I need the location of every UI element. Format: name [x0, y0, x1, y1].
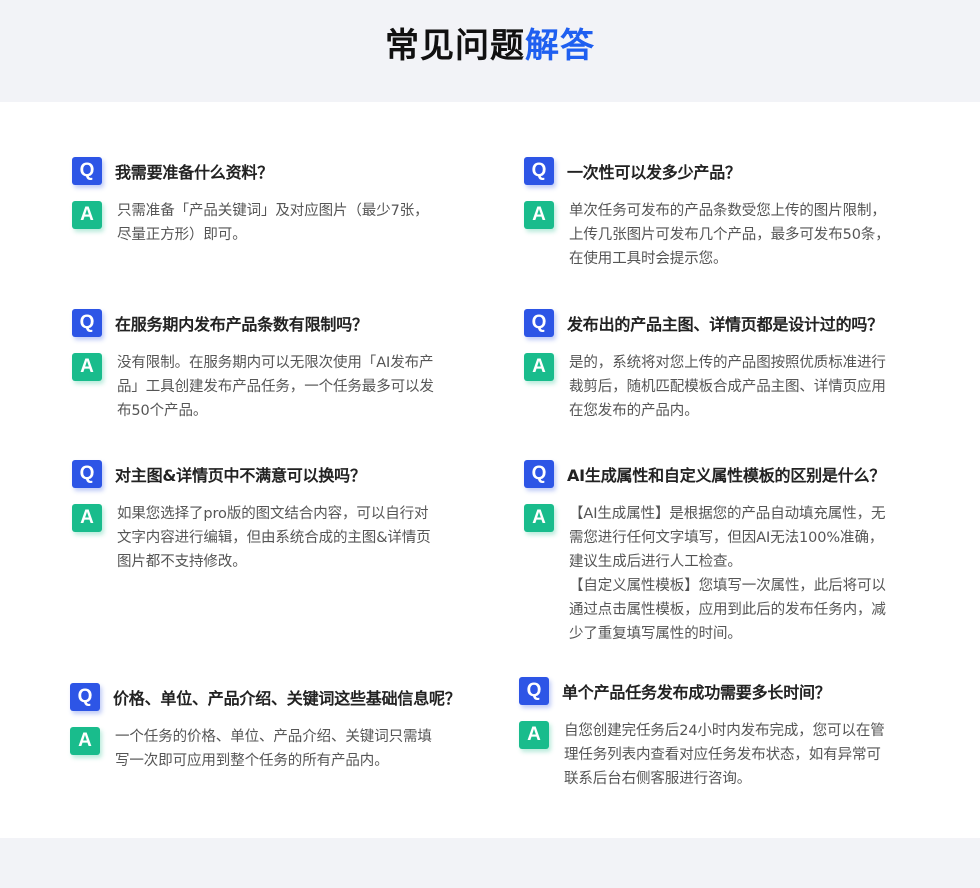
faq-answer-line: 一个任务的价格、单位、产品介绍、关键词只需填 [115, 729, 432, 745]
faq-answer-row: A 【AI生成属性】是根据您的产品自动填充属性，无 需您进行任何文字填写，但因A… [524, 504, 964, 646]
faq-answer: 是的，系统将对您上传的产品图按照优质标准进行 裁剪后，随机匹配模板合成产品主图、… [569, 351, 886, 423]
faq-question-row: Q 在服务期内发布产品条数有限制吗？ [72, 308, 512, 338]
answer-badge-icon: A [524, 353, 554, 381]
faq-item-1: Q 我需要准备什么资料？ A 只需准备「产品关键词」及对应图片（最少7张， 尽量… [72, 156, 512, 247]
answer-badge-icon: A [524, 504, 554, 532]
faq-item-2: Q 一次性可以发多少产品？ A 单次任务可发布的产品条数受您上传的图片限制， 上… [524, 156, 964, 271]
faq-answer-line: 如果您选择了pro版的图文结合内容，可以自行对 [117, 506, 429, 522]
faq-answer-line: 写一次即可应用到整个任务的所有产品内。 [115, 753, 389, 769]
faq-question: 单个产品任务发布成功需要多长时间？ [562, 683, 831, 702]
faq-answer: 【AI生成属性】是根据您的产品自动填充属性，无 需您进行任何文字填写，但因AI无… [569, 502, 886, 646]
page-title-main: 常见问题 [385, 26, 525, 66]
faq-answer-line: 【自定义属性模板】您填写一次属性，此后将可以 [569, 578, 886, 594]
faq-question-row: Q 价格、单位、产品介绍、关键词这些基础信息呢？ [70, 682, 510, 712]
faq-answer-row: A 一个任务的价格、单位、产品介绍、关键词只需填 写一次即可应用到整个任务的所有… [70, 727, 510, 773]
faq-answer: 没有限制。在服务期内可以无限次使用「AI发布产 品」工具创建发布产品任务，一个任… [117, 351, 434, 423]
faq-question: 一次性可以发多少产品？ [567, 163, 741, 182]
faq-question-row: Q 单个产品任务发布成功需要多长时间？ [519, 676, 959, 706]
faq-answer-line: 文字内容进行编辑，但由系统合成的主图&详情页 [117, 530, 431, 546]
faq-answer-row: A 如果您选择了pro版的图文结合内容，可以自行对 文字内容进行编辑，但由系统合… [72, 504, 512, 574]
faq-answer-line: 理任务列表内查看对应任务发布状态，如有异常可 [564, 747, 881, 763]
faq-answer-line: 是的，系统将对您上传的产品图按照优质标准进行 [569, 355, 886, 371]
answer-badge-icon: A [72, 201, 102, 229]
answer-badge-icon: A [70, 727, 100, 755]
answer-badge-icon: A [72, 353, 102, 381]
faq-item-3: Q 在服务期内发布产品条数有限制吗？ A 没有限制。在服务期内可以无限次使用「A… [72, 308, 512, 423]
faq-answer-line: 没有限制。在服务期内可以无限次使用「AI发布产 [117, 355, 434, 371]
faq-answer-line: 品」工具创建发布产品任务，一个任务最多可以发 [117, 379, 434, 395]
question-badge-icon: Q [524, 309, 554, 337]
answer-badge-icon: A [72, 504, 102, 532]
faq-answer-line: 通过点击属性模板，应用到此后的发布任务内，减 [569, 602, 886, 618]
faq-answer: 单次任务可发布的产品条数受您上传的图片限制， 上传几张图片可发布几个产品，最多可… [569, 199, 890, 271]
faq-question: 发布出的产品主图、详情页都是设计过的吗？ [567, 315, 884, 334]
faq-card: Q 我需要准备什么资料？ A 只需准备「产品关键词」及对应图片（最少7张， 尽量… [0, 102, 980, 838]
faq-item-6: Q AI生成属性和自定义属性模板的区别是什么？ A 【AI生成属性】是根据您的产… [524, 459, 964, 646]
faq-answer-line: 裁剪后，随机匹配模板合成产品主图、详情页应用 [569, 379, 886, 395]
question-badge-icon: Q [524, 460, 554, 488]
faq-answer-line: 上传几张图片可发布几个产品，最多可发布50条， [569, 227, 890, 243]
faq-question-row: Q 发布出的产品主图、详情页都是设计过的吗？ [524, 308, 964, 338]
faq-question: 在服务期内发布产品条数有限制吗？ [115, 315, 368, 334]
faq-answer: 如果您选择了pro版的图文结合内容，可以自行对 文字内容进行编辑，但由系统合成的… [117, 502, 431, 574]
page-title-accent: 解答 [525, 26, 595, 66]
answer-badge-icon: A [524, 201, 554, 229]
faq-answer-row: A 只需准备「产品关键词」及对应图片（最少7张， 尽量正方形）即可。 [72, 201, 512, 247]
question-badge-icon: Q [70, 683, 100, 711]
faq-answer-row: A 单次任务可发布的产品条数受您上传的图片限制， 上传几张图片可发布几个产品，最… [524, 201, 964, 271]
faq-answer-line: 布50个产品。 [117, 403, 208, 419]
faq-question-row: Q 一次性可以发多少产品？ [524, 156, 964, 186]
faq-answer-line: 只需准备「产品关键词」及对应图片（最少7张， [117, 203, 429, 219]
faq-item-5: Q 对主图&详情页中不满意可以换吗？ A 如果您选择了pro版的图文结合内容，可… [72, 459, 512, 574]
faq-answer-line: 需您进行任何文字填写，但因AI无法100%准确， [569, 530, 884, 546]
faq-answer-line: 在您发布的产品内。 [569, 403, 699, 419]
faq-answer-line: 联系后台右侧客服进行咨询。 [564, 771, 752, 787]
faq-item-8: Q 单个产品任务发布成功需要多长时间？ A 自您创建完任务后24小时内发布完成，… [519, 676, 959, 791]
faq-answer: 只需准备「产品关键词」及对应图片（最少7张， 尽量正方形）即可。 [117, 199, 429, 247]
question-badge-icon: Q [72, 157, 102, 185]
faq-answer-line: 图片都不支持修改。 [117, 554, 247, 570]
faq-question: 对主图&详情页中不满意可以换吗？ [115, 466, 366, 485]
question-badge-icon: Q [524, 157, 554, 185]
faq-answer-line: 建议生成后进行人工检查。 [569, 554, 742, 570]
faq-question-row: Q 对主图&详情页中不满意可以换吗？ [72, 459, 512, 489]
faq-item-7: Q 价格、单位、产品介绍、关键词这些基础信息呢？ A 一个任务的价格、单位、产品… [70, 682, 510, 773]
faq-answer-line: 自您创建完任务后24小时内发布完成，您可以在管 [564, 723, 885, 739]
faq-answer-line: 【AI生成属性】是根据您的产品自动填充属性，无 [569, 506, 886, 522]
faq-answer: 自您创建完任务后24小时内发布完成，您可以在管 理任务列表内查看对应任务发布状态… [564, 719, 885, 791]
faq-question-row: Q AI生成属性和自定义属性模板的区别是什么？ [524, 459, 964, 489]
faq-question: 我需要准备什么资料？ [115, 163, 274, 182]
faq-answer-row: A 没有限制。在服务期内可以无限次使用「AI发布产 品」工具创建发布产品任务，一… [72, 353, 512, 423]
question-badge-icon: Q [519, 677, 549, 705]
question-badge-icon: Q [72, 309, 102, 337]
faq-item-4: Q 发布出的产品主图、详情页都是设计过的吗？ A 是的，系统将对您上传的产品图按… [524, 308, 964, 423]
faq-answer-line: 少了重复填写属性的时间。 [569, 626, 742, 642]
faq-answer-line: 在使用工具时会提示您。 [569, 251, 728, 267]
faq-question: 价格、单位、产品介绍、关键词这些基础信息呢？ [113, 689, 461, 708]
faq-answer-row: A 是的，系统将对您上传的产品图按照优质标准进行 裁剪后，随机匹配模板合成产品主… [524, 353, 964, 423]
faq-answer-line: 尽量正方形）即可。 [117, 227, 247, 243]
question-badge-icon: Q [72, 460, 102, 488]
answer-badge-icon: A [519, 721, 549, 749]
faq-answer: 一个任务的价格、单位、产品介绍、关键词只需填 写一次即可应用到整个任务的所有产品… [115, 725, 432, 773]
faq-question: AI生成属性和自定义属性模板的区别是什么？ [567, 466, 886, 485]
faq-question-row: Q 我需要准备什么资料？ [72, 156, 512, 186]
faq-answer-line: 单次任务可发布的产品条数受您上传的图片限制， [569, 203, 886, 219]
page-title: 常见问题解答 [0, 22, 980, 70]
faq-answer-row: A 自您创建完任务后24小时内发布完成，您可以在管 理任务列表内查看对应任务发布… [519, 721, 959, 791]
